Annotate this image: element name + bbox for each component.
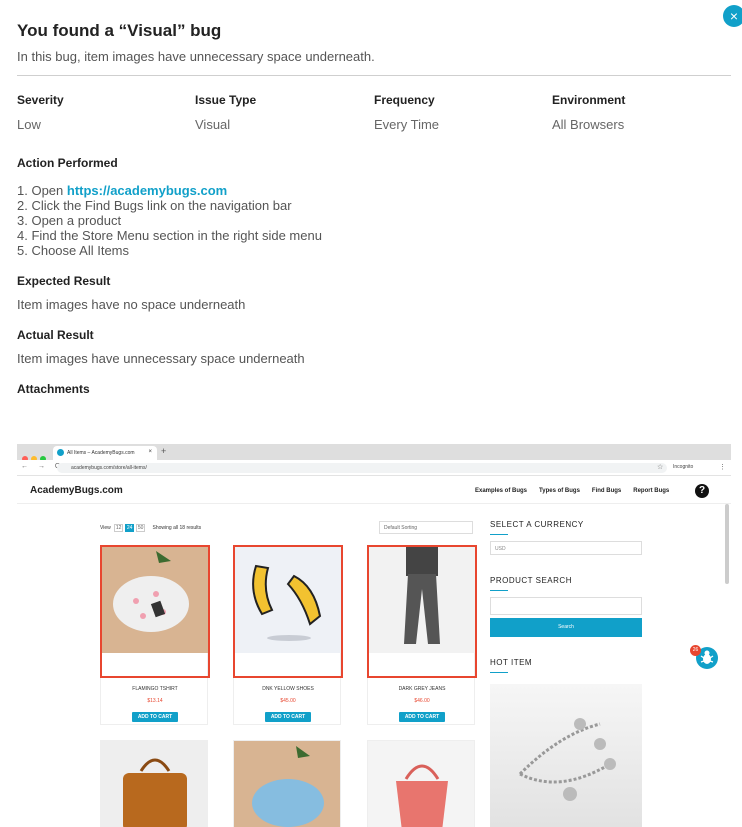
close-icon[interactable]: × xyxy=(723,5,742,27)
product-name: FLAMINGO TSHIRT xyxy=(132,686,178,692)
meta-value: Visual xyxy=(195,117,231,132)
academybugs-link[interactable]: https://academybugs.com xyxy=(67,183,227,198)
hot-item-heading: HOT ITEM xyxy=(490,658,533,667)
meta-label: Severity xyxy=(17,93,64,107)
step-1: 1. Open https://academybugs.com xyxy=(17,183,322,198)
page-size-24: 24 xyxy=(125,524,135,532)
hot-item-image xyxy=(490,684,642,827)
highlight-box xyxy=(233,545,343,678)
product-name: DARK GREY JEANS xyxy=(398,686,446,692)
meta-label: Environment xyxy=(552,93,626,107)
step-2: 2. Click the Find Bugs link on the navig… xyxy=(17,198,292,213)
step-3: 3. Open a product xyxy=(17,213,122,228)
add-to-cart-button: ADD TO CART xyxy=(399,712,445,722)
product-price: $13.14 xyxy=(147,698,163,704)
highlight-box xyxy=(100,545,210,678)
browser-addressbar: ← → C academybugs.com/store/all-items/ ☆… xyxy=(17,460,731,476)
product-card xyxy=(233,740,341,827)
heading-underline xyxy=(490,534,508,535)
search-input xyxy=(490,597,642,615)
view-bar: View 12 24 50 Showing all 18 results xyxy=(100,524,201,532)
menu-icon: ⋮ xyxy=(719,464,726,471)
url-field: academybugs.com/store/all-items/ xyxy=(57,463,667,473)
meta-issue-type: Issue Type Visual xyxy=(195,93,256,132)
bracelet-image xyxy=(518,718,616,801)
product-price: $45.00 xyxy=(280,698,296,704)
pink-bag-image xyxy=(396,764,448,827)
nav-types: Types of Bugs xyxy=(539,488,580,494)
new-tab-icon: + xyxy=(161,446,167,456)
incognito-label: Incognito xyxy=(673,464,694,470)
tab-title: All Items – AcademyBugs.com xyxy=(67,450,135,456)
bag-image xyxy=(123,758,187,827)
site-logo: AcademyBugs.com xyxy=(30,485,123,496)
steps-list: 1. Open https://academybugs.com 2. Click… xyxy=(17,183,322,258)
star-icon: ☆ xyxy=(657,464,664,471)
step-4: 4. Find the Store Menu section in the ri… xyxy=(17,228,322,243)
actual-heading: Actual Result xyxy=(17,328,94,342)
meta-environment: Environment All Browsers xyxy=(552,93,625,132)
product-card: DNK YELLOW SHOES $45.00 ADD TO CART xyxy=(233,545,343,725)
product-card: FLAMINGO TSHIRT $13.14 ADD TO CART xyxy=(100,545,210,725)
meta-label: Issue Type xyxy=(195,93,257,107)
product-price: $46.00 xyxy=(414,698,430,704)
step-1-text: 1. Open xyxy=(17,183,67,198)
currency-heading: SELECT A CURRENCY xyxy=(490,520,584,529)
heading-underline xyxy=(490,590,508,591)
nav-report: Report Bugs xyxy=(633,488,670,494)
step-5: 5. Choose All Items xyxy=(17,243,129,258)
tab-close-icon: × xyxy=(148,449,152,455)
site-nav: Examples of Bugs Types of Bugs Find Bugs Re… xyxy=(475,488,681,494)
meta-frequency: Frequency Every Time xyxy=(374,93,439,132)
favicon-icon xyxy=(57,449,64,456)
expected-text: Item images have no space underneath xyxy=(17,297,246,312)
browser-tab: All Items – AcademyBugs.com × xyxy=(53,446,157,460)
meta-value: All Browsers xyxy=(552,117,625,132)
actual-text: Item images have unnecessary space under… xyxy=(17,351,305,366)
modal-title: You found a “Visual” bug xyxy=(17,21,222,40)
product-card: DARK GREY JEANS $46.00 ADD TO CART xyxy=(367,545,477,725)
page-size-12: 12 xyxy=(114,524,124,532)
product-name: DNK YELLOW SHOES xyxy=(262,686,314,692)
page-size-50: 50 xyxy=(136,524,146,532)
product-card xyxy=(367,740,475,827)
highlight-box xyxy=(367,545,477,678)
meta-label: Frequency xyxy=(374,93,435,107)
bug-count-badge: 26 xyxy=(690,645,701,656)
modal-subtitle: In this bug, item images have unnecessar… xyxy=(17,49,375,64)
page-scrollbar xyxy=(725,504,729,584)
currency-select: USD xyxy=(490,541,642,555)
meta-severity: Severity Low xyxy=(17,93,64,132)
search-button: Search xyxy=(490,618,642,637)
site-header: AcademyBugs.com Examples of Bugs Types of… xyxy=(17,476,731,504)
divider xyxy=(17,75,731,76)
search-heading: PRODUCT SEARCH xyxy=(490,576,572,585)
meta-value: Every Time xyxy=(374,117,440,132)
sort-select: Default Sorting xyxy=(379,521,473,534)
nav-find: Find Bugs xyxy=(591,488,622,494)
product-card xyxy=(100,740,208,827)
action-heading: Action Performed xyxy=(17,156,118,170)
add-to-cart-button: ADD TO CART xyxy=(132,712,178,722)
blue-shirt-image xyxy=(252,746,324,827)
add-to-cart-button: ADD TO CART xyxy=(265,712,311,722)
expected-heading: Expected Result xyxy=(17,274,111,288)
nav-examples: Examples of Bugs xyxy=(475,488,528,494)
browser-tabbar: All Items – AcademyBugs.com × + xyxy=(17,444,731,462)
view-label: View xyxy=(100,525,111,531)
meta-value: Low xyxy=(17,117,41,132)
attachments-heading: Attachments xyxy=(17,382,90,396)
heading-underline xyxy=(490,672,508,673)
results-count: Showing all 18 results xyxy=(152,525,202,531)
attachment-screenshot[interactable]: All Items – AcademyBugs.com × + ← → C ac… xyxy=(17,444,731,827)
help-icon: ? xyxy=(695,484,709,498)
